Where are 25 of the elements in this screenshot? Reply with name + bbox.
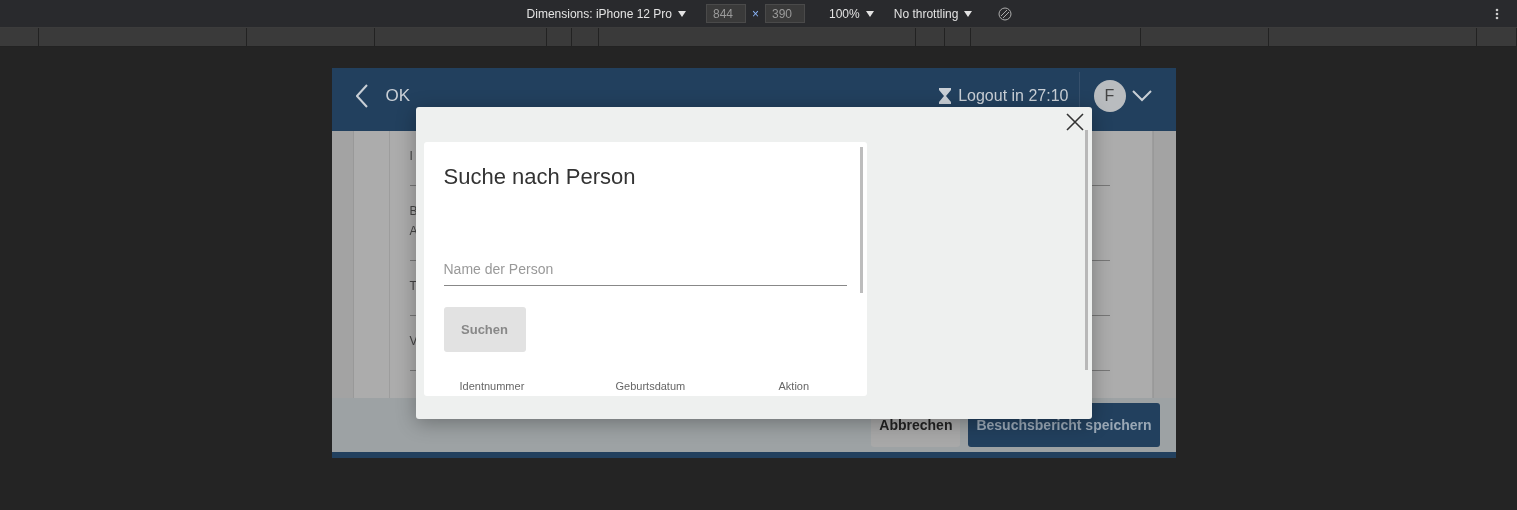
hourglass-icon	[938, 87, 953, 104]
scrollbar[interactable]	[1084, 130, 1088, 370]
form-label: I	[409, 149, 414, 163]
caret-icon[interactable]	[964, 10, 973, 17]
dimensions-dropdown[interactable]: Dimensions: iPhone 12 Pro	[526, 6, 672, 21]
caret-icon[interactable]	[678, 10, 686, 17]
page-title: OK	[385, 85, 412, 106]
dialog-title: Suche nach Person	[443, 164, 637, 190]
times-label: ×	[752, 6, 759, 21]
height-field[interactable]: 390	[765, 4, 805, 23]
throttling-dropdown[interactable]: No throttling	[893, 6, 959, 21]
width-field[interactable]: 844	[706, 4, 746, 23]
column-header: Identnummer	[459, 380, 526, 392]
name-field[interactable]: Name der Person	[443, 261, 847, 286]
column-header: Geburtsdatum	[615, 380, 687, 392]
scrollbar[interactable]	[859, 147, 863, 293]
more-icon[interactable]	[1495, 7, 1499, 20]
back-icon[interactable]	[355, 83, 368, 108]
chevron-down-icon[interactable]	[1131, 89, 1152, 102]
close-icon[interactable]	[1063, 111, 1086, 133]
zoom-dropdown[interactable]: 100%	[829, 6, 860, 21]
user-avatar[interactable]: F	[1093, 79, 1126, 112]
logout-timer: Logout in 27:10	[958, 86, 1069, 105]
column-header: Aktion	[778, 380, 811, 392]
caret-icon[interactable]	[865, 10, 874, 17]
